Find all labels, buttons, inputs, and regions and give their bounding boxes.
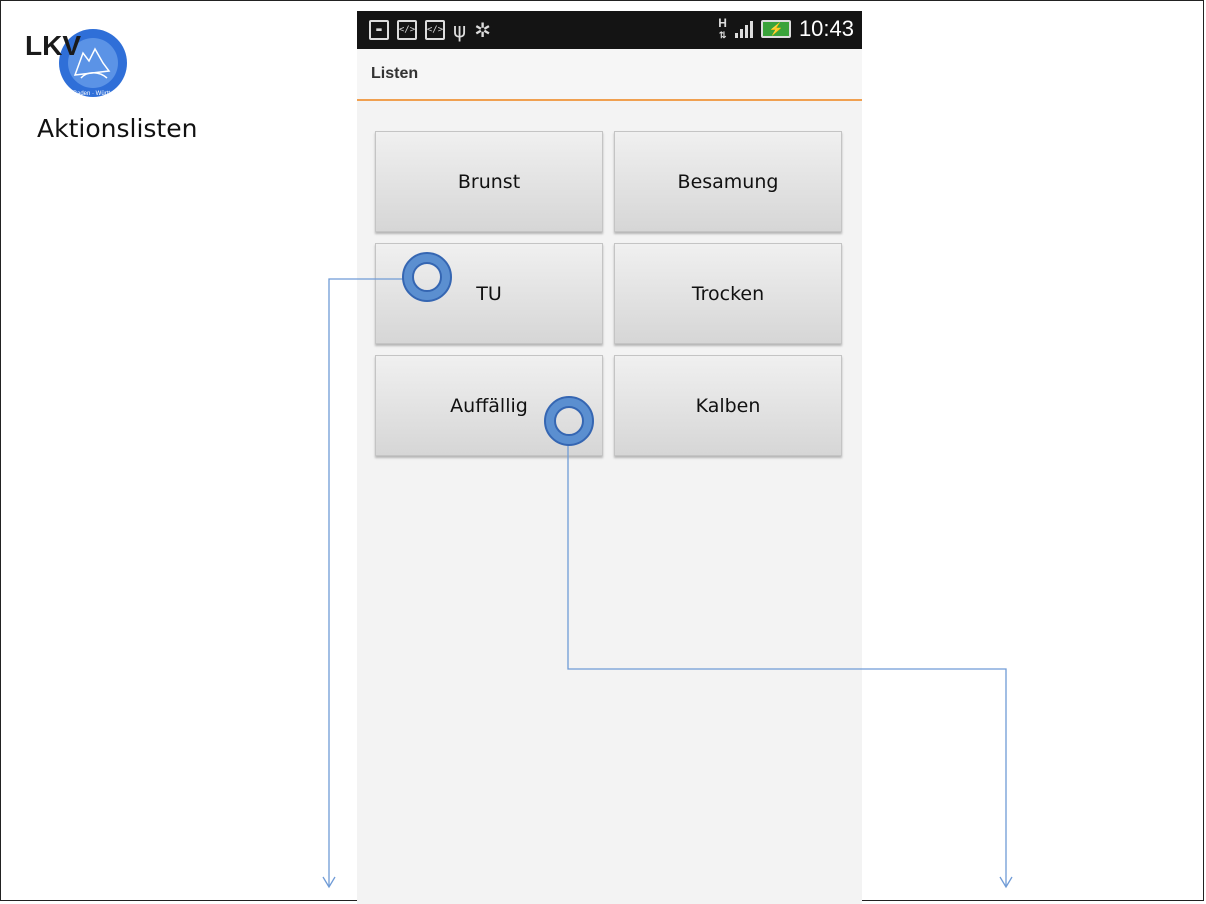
kalben-button[interactable]: Kalben [614,355,842,456]
brunst-button[interactable]: Brunst [375,131,603,232]
trocken-button[interactable]: Trocken [614,243,842,344]
phone-screen: ▬ </> </> ψ ✲ H ⇅ ⚡ 10:43 Listen Brunst … [357,11,862,904]
android-debug-icon: ✲ [474,18,491,42]
auffaellig-button[interactable]: Auffällig [375,355,603,456]
page-title: Aktionslisten [37,114,198,143]
lkv-logo: LKV Baden · Württemberg [25,29,130,97]
action-bar: Listen [357,49,862,101]
status-bar: ▬ </> </> ψ ✲ H ⇅ ⚡ 10:43 [357,11,862,49]
logo-text: LKV [25,30,81,61]
battery-charging-icon: ⚡ [760,20,791,38]
code-icon: </> [397,20,417,40]
tu-button[interactable]: TU [375,243,603,344]
usb-icon: ψ [453,18,467,42]
besamung-button[interactable]: Besamung [614,131,842,232]
network-type-icon: H ⇅ [718,16,727,40]
clock: 10:43 [798,16,854,41]
slide-frame: LKV Baden · Württemberg Aktionslisten ▬ … [0,0,1204,904]
app-title: Listen [371,65,419,82]
code-icon: </> [425,20,445,40]
logo-ring-text: Baden · Württemberg [73,91,130,97]
signal-icon [734,20,753,38]
screen-icon: ▬ [369,20,389,40]
